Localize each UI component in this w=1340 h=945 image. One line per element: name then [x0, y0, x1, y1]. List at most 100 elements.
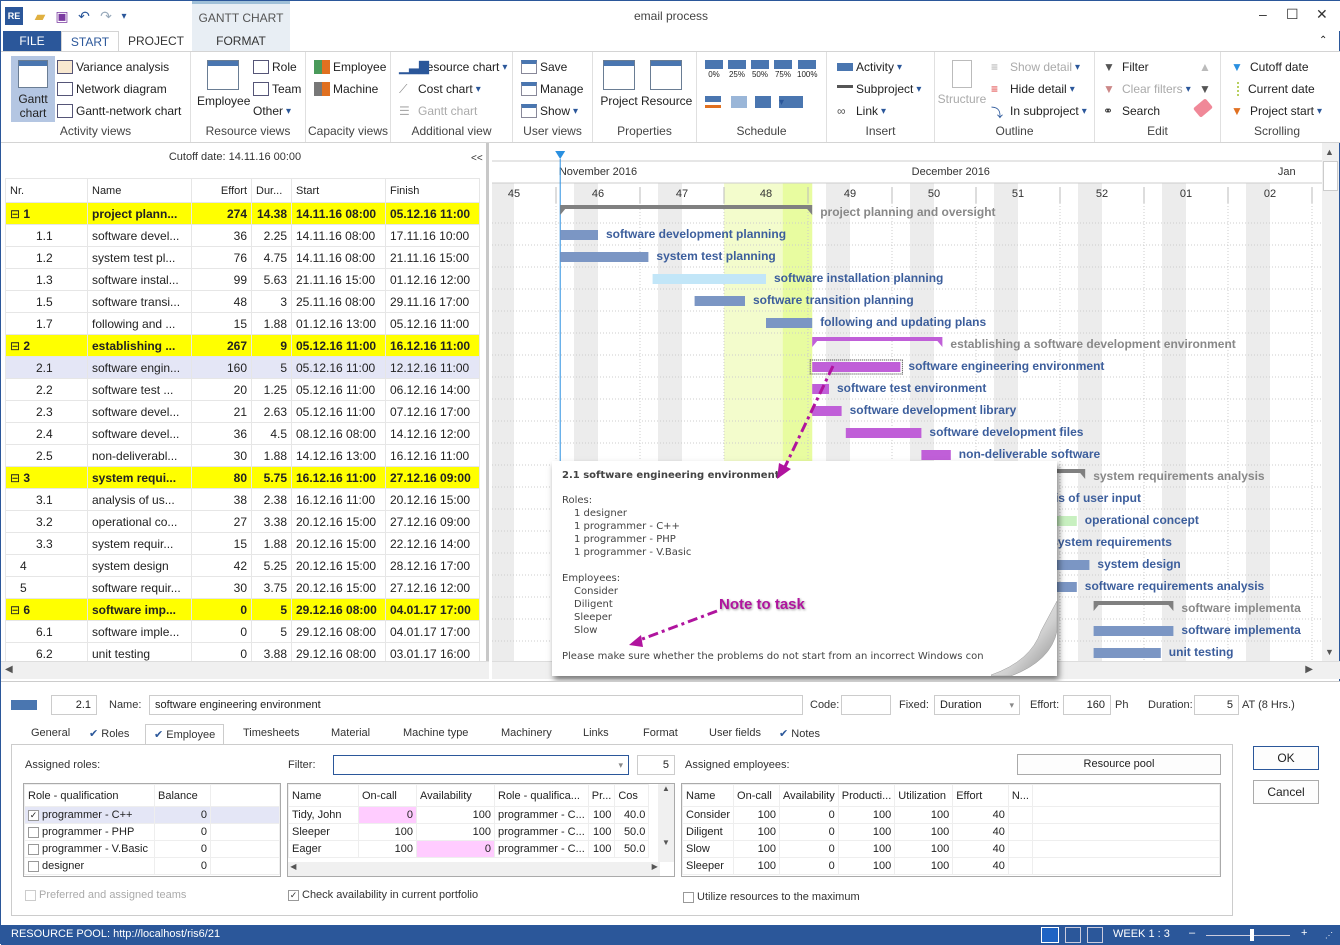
zoom-slider[interactable]: [1206, 929, 1290, 941]
row-name[interactable]: software devel...: [87, 400, 192, 423]
collapse-icon[interactable]: ⊟: [10, 207, 23, 221]
row-duration[interactable]: 5: [251, 620, 292, 643]
row-finish[interactable]: 27.12.16 09:00: [385, 466, 480, 489]
table-row[interactable]: 6.1 software imple... 0 5 29.12.16 08:00 04.0…: [5, 620, 480, 643]
row-number[interactable]: 1.3: [5, 268, 88, 291]
gantt-view-icon[interactable]: [1041, 927, 1059, 943]
task-bar[interactable]: [560, 252, 649, 262]
detail-tab-user-fields[interactable]: User fields: [709, 727, 761, 739]
row-finish[interactable]: 20.12.16 15:00: [385, 488, 480, 511]
row-start[interactable]: 05.12.16 11:00: [291, 356, 386, 379]
summary-row[interactable]: ⊟ 2 establishing ... 267 9 05.12.16 11:00 16.…: [5, 334, 480, 357]
task-bar[interactable]: [845, 428, 922, 438]
row-number[interactable]: 1.5: [5, 290, 88, 313]
save-view-button[interactable]: Save: [521, 60, 567, 74]
row-effort[interactable]: 27: [191, 510, 252, 533]
pool-vertical-scrollbar[interactable]: ▲ ▼: [658, 784, 674, 862]
filter-count-field[interactable]: 5: [637, 755, 675, 775]
row-duration[interactable]: 4.75: [251, 246, 292, 269]
project-properties-button[interactable]: Project: [599, 60, 639, 108]
row-effort[interactable]: 30: [191, 444, 252, 467]
insert-link-dropdown[interactable]: ∞ Link: [837, 104, 886, 118]
row-name[interactable]: software test ...: [87, 378, 192, 401]
task-bar[interactable]: [560, 230, 598, 240]
employee-row[interactable]: Sleeper 100 0 100 100 40: [681, 857, 1221, 875]
row-name[interactable]: following and ...: [87, 312, 192, 335]
row-finish[interactable]: 01.12.16 12:00: [385, 268, 480, 291]
effort-input[interactable]: 160: [1063, 695, 1111, 715]
row-number[interactable]: 3.2: [5, 510, 88, 533]
scroll-left-icon[interactable]: ◀: [5, 664, 13, 675]
row-effort[interactable]: 80: [191, 466, 252, 489]
row-start[interactable]: 20.12.16 15:00: [291, 510, 386, 533]
row-number[interactable]: 1.1: [5, 224, 88, 247]
detail-tab-roles[interactable]: ✔ Roles: [89, 727, 129, 740]
row-name[interactable]: establishing ...: [87, 334, 192, 357]
role-name-cell[interactable]: designer: [24, 857, 155, 875]
table-row[interactable]: 5 software requir... 30 3.75 20.12.16 15:00 2…: [5, 576, 480, 599]
row-finish[interactable]: 05.12.16 11:00: [385, 312, 480, 335]
resource-pool-button[interactable]: Resource pool: [1017, 754, 1221, 775]
row-number[interactable]: ⊟ 6: [5, 598, 88, 621]
hide-detail-dropdown[interactable]: ≡ Hide detail: [991, 82, 1075, 96]
scroll-thumb[interactable]: [1323, 161, 1338, 191]
close-button[interactable]: ✕: [1316, 6, 1328, 23]
row-effort[interactable]: 274: [191, 202, 252, 225]
progress-1-button[interactable]: 25%: [728, 60, 746, 79]
code-input[interactable]: [841, 695, 891, 715]
row-name[interactable]: non-deliverabl...: [87, 444, 192, 467]
scroll-up-arrow-icon[interactable]: ▲: [1325, 147, 1334, 157]
checkbox-icon[interactable]: [28, 860, 39, 872]
row-effort[interactable]: 99: [191, 268, 252, 291]
role-view-button[interactable]: Role: [253, 60, 297, 74]
row-duration[interactable]: 5: [251, 356, 292, 379]
row-finish[interactable]: 27.12.16 09:00: [385, 510, 480, 533]
collapse-icon[interactable]: ⊟: [10, 339, 23, 353]
row-name[interactable]: system design: [87, 554, 192, 577]
row-name[interactable]: software imple...: [87, 620, 192, 643]
col-finish[interactable]: Finish: [385, 178, 480, 203]
row-name[interactable]: software devel...: [87, 422, 192, 445]
row-effort[interactable]: 15: [191, 312, 252, 335]
row-effort[interactable]: 21: [191, 400, 252, 423]
row-effort[interactable]: 42: [191, 554, 252, 577]
pool-row[interactable]: Eager 100 0 programmer - C... 100 50.0: [288, 840, 650, 858]
tab-format[interactable]: FORMAT: [192, 31, 290, 51]
collapse-grid-button[interactable]: <<: [471, 153, 483, 164]
col-productivity[interactable]: Producti...: [837, 784, 896, 807]
row-start[interactable]: 14.11.16 08:00: [291, 246, 386, 269]
row-finish[interactable]: 04.01.17 17:00: [385, 598, 480, 621]
summary-bar[interactable]: [1093, 601, 1174, 605]
manage-views-button[interactable]: Manage: [521, 82, 583, 96]
table-row[interactable]: 4 system design 42 5.25 20.12.16 15:00 28.12.…: [5, 554, 480, 577]
row-start[interactable]: 21.11.16 15:00: [291, 268, 386, 291]
resource-properties-button[interactable]: Resource: [641, 60, 692, 108]
tab-start[interactable]: START: [61, 31, 119, 52]
maximize-button[interactable]: ☐: [1286, 6, 1299, 23]
zoom-slider-thumb[interactable]: [1250, 929, 1255, 941]
col-nr[interactable]: Nr.: [5, 178, 88, 203]
detail-tab-notes[interactable]: ✔ Notes: [779, 727, 820, 740]
resize-grip-icon[interactable]: ⋰: [1325, 931, 1333, 940]
row-finish[interactable]: 16.12.16 11:00: [385, 334, 480, 357]
row-effort[interactable]: 267: [191, 334, 252, 357]
filter-button[interactable]: ▼ Filter: [1103, 60, 1149, 74]
cutoff-date-button[interactable]: ▼ Cutoff date: [1231, 60, 1309, 74]
role-name-cell[interactable]: programmer - PHP: [24, 823, 155, 841]
row-start[interactable]: 08.12.16 08:00: [291, 422, 386, 445]
row-number[interactable]: 5: [5, 576, 88, 599]
row-number[interactable]: 1.2: [5, 246, 88, 269]
summary-bar[interactable]: [812, 337, 943, 341]
progress-2-button[interactable]: 50%: [751, 60, 769, 79]
task-bar[interactable]: [1093, 648, 1161, 658]
row-name[interactable]: system requir...: [87, 532, 192, 555]
row-name[interactable]: project plann...: [87, 202, 192, 225]
row-number[interactable]: 4: [5, 554, 88, 577]
col-name[interactable]: Name: [681, 784, 735, 807]
row-start[interactable]: 05.12.16 11:00: [291, 334, 386, 357]
scroll-up-icon[interactable]: ▲: [1199, 60, 1211, 74]
row-duration[interactable]: 9: [251, 334, 292, 357]
detail-tab-general[interactable]: General: [31, 727, 70, 739]
row-duration[interactable]: 1.88: [251, 312, 292, 335]
row-effort[interactable]: 0: [191, 598, 252, 621]
